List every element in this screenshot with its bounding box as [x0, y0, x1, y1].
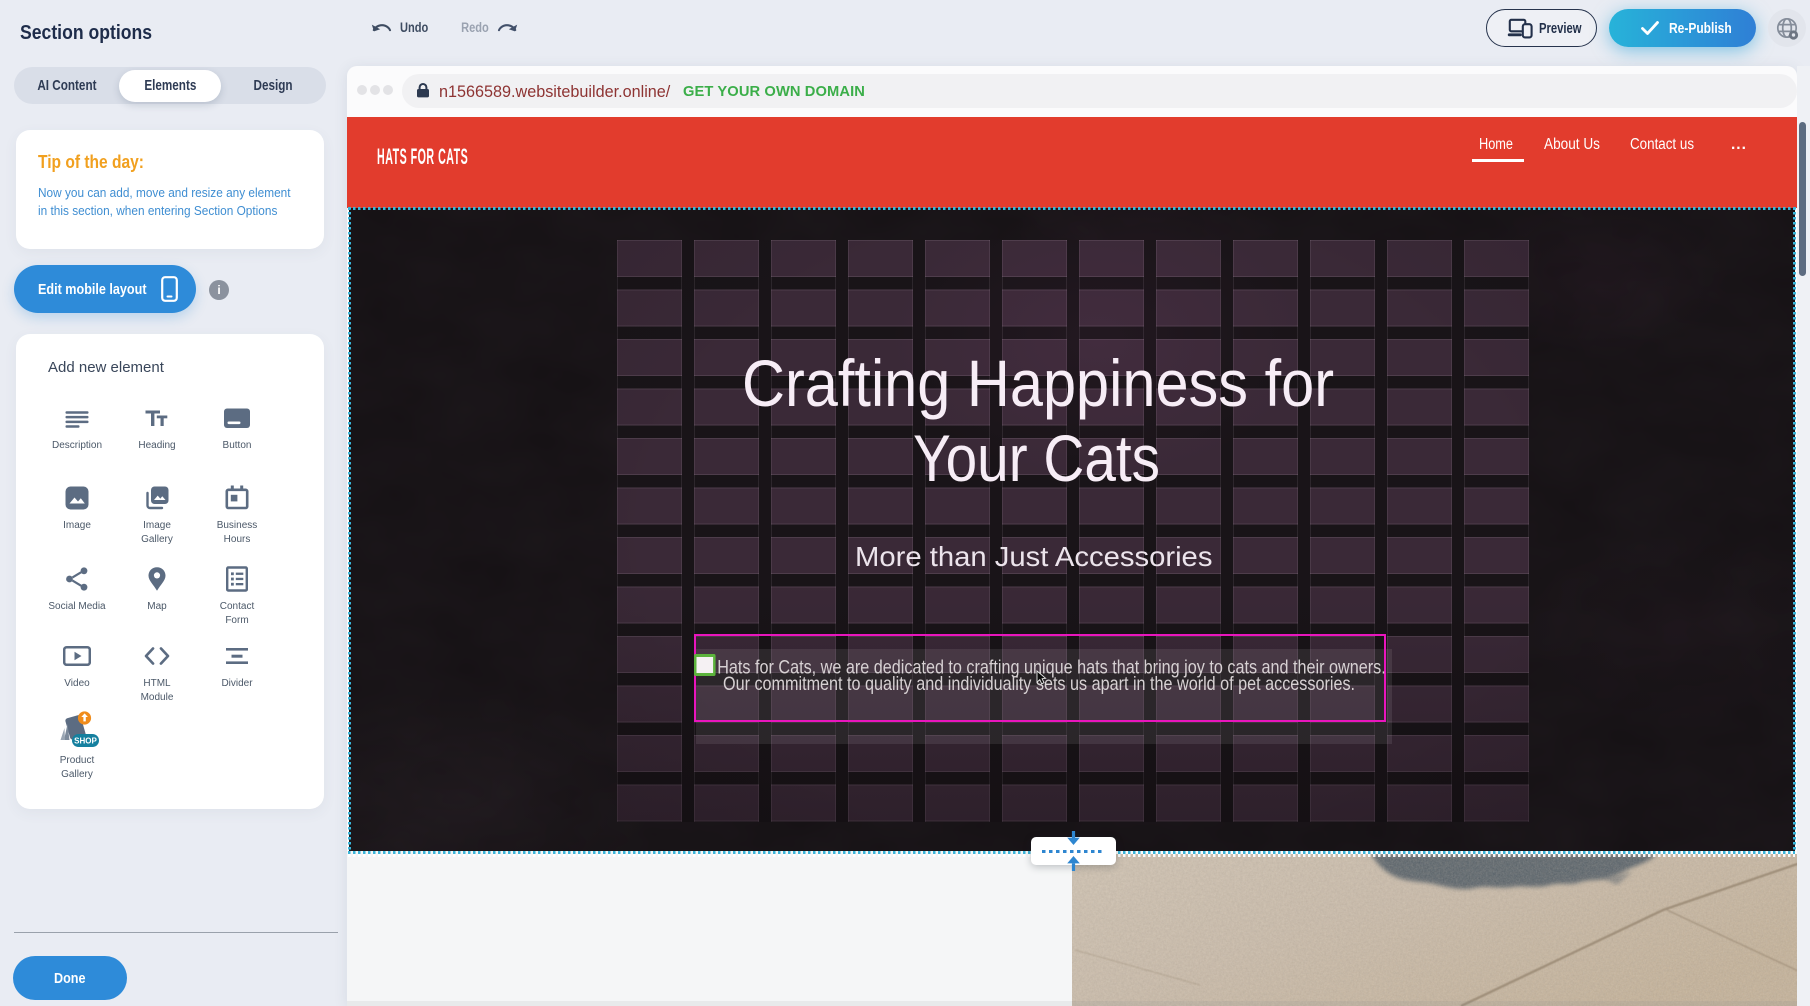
svg-text:SHOP: SHOP — [74, 737, 97, 746]
